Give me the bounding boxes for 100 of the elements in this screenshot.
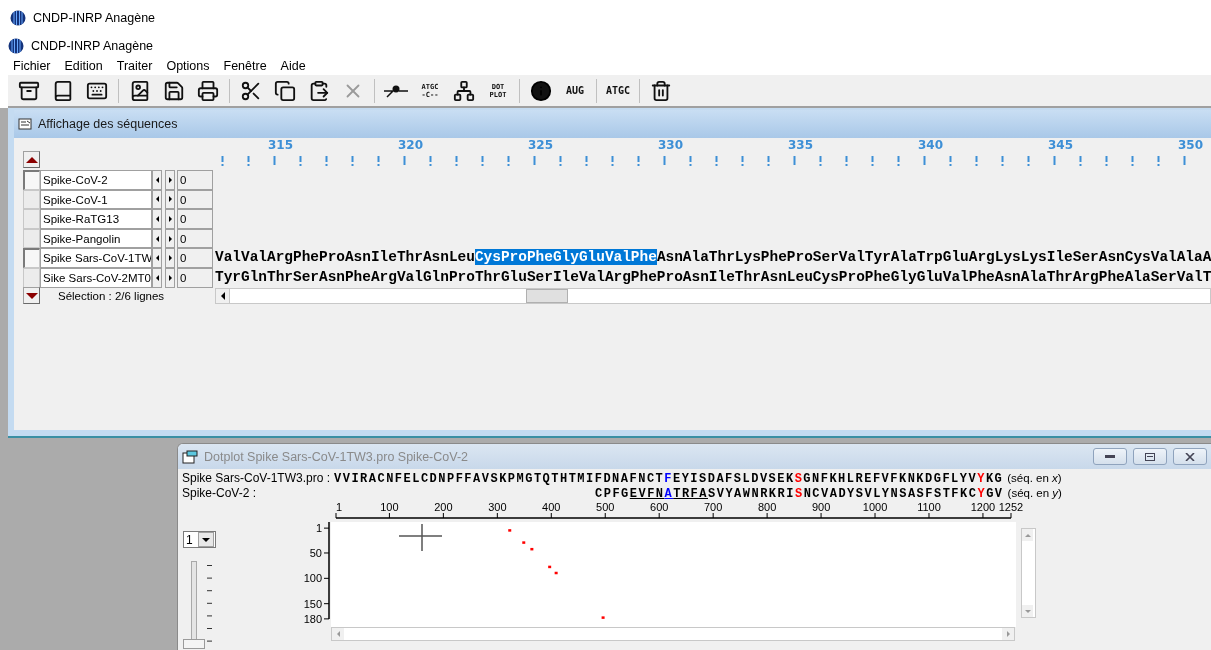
album-icon [129, 79, 151, 102]
offset-field[interactable]: 0 [177, 189, 213, 210]
crosshair-cursor [398, 523, 443, 552]
sequence-name-field[interactable]: Spike-CoV-2 [40, 170, 152, 190]
x-tick-label: 100 [380, 501, 399, 513]
x-tick-label: 1000 [862, 501, 888, 513]
scissors-icon [240, 79, 262, 102]
close-icon [1185, 452, 1195, 461]
paste-icon [308, 79, 330, 102]
row-select-button[interactable] [23, 248, 40, 268]
scroll-down-button[interactable] [23, 287, 40, 305]
scroll-left-button[interactable] [216, 288, 230, 303]
right-arrow-icon [1006, 631, 1010, 637]
right-arrow-icon [168, 196, 172, 203]
menu-item[interactable]: Fichier [6, 58, 58, 73]
offset-field[interactable]: 0 [177, 170, 213, 190]
left-arrow-icon [220, 291, 225, 300]
shift-left-button[interactable] [152, 228, 162, 249]
x-tick-label: 400 [542, 501, 561, 513]
close-button[interactable] [1173, 448, 1207, 465]
left-arrow-icon [336, 631, 340, 637]
maximize-button[interactable] [1133, 448, 1167, 465]
text-tool-button[interactable]: ATGC [603, 77, 633, 104]
shift-left-button[interactable] [152, 267, 162, 288]
window-icon [182, 449, 198, 464]
shift-left-button[interactable] [152, 209, 162, 229]
axis-note: (séq. en x) [1007, 471, 1062, 485]
ruler-number: 315 [268, 138, 294, 152]
text-tool-button[interactable]: AUG [560, 77, 590, 104]
sequence-name-field[interactable]: Spike-CoV-1 [40, 189, 152, 210]
shift-right-button[interactable] [165, 248, 175, 268]
menu-item[interactable]: Traiter [109, 58, 160, 73]
sequence-name-field[interactable]: Sike Sars-CoV-2MT0 [40, 267, 152, 288]
tree-icon [453, 79, 475, 102]
aligned-sequence: VVIRACNFELCDNPFFAVSKPMGTQTHTMIFDNAFNCTFEYISDAFSLDVSEKSGNFKHLREFVFKNKDGFLYVYKG [334, 472, 1004, 486]
ruler-number: 350 [1178, 138, 1204, 152]
globe-icon [8, 38, 24, 54]
left-arrow-icon [155, 255, 159, 262]
shift-right-button[interactable] [165, 170, 175, 190]
offset-field[interactable]: 0 [177, 228, 213, 249]
ruler-number: 335 [788, 138, 814, 152]
left-arrow-icon [155, 196, 159, 203]
aligned-sequence: CPFGEVFNATRFASVYAWNRKRISNCVADYSVLYNSASFSTFKCYGV [595, 487, 1004, 501]
save-icon [163, 79, 185, 102]
horizontal-scrollbar[interactable] [331, 627, 1015, 641]
x-tick-label: 800 [757, 501, 777, 513]
selection-status: Sélection : 2/6 lignes [58, 289, 165, 302]
app-title: CNDP-INRP Anagène [31, 39, 154, 53]
shift-right-button[interactable] [165, 267, 175, 288]
left-arrow-icon [155, 176, 159, 183]
shift-left-button[interactable] [152, 170, 162, 190]
ruler-number: 345 [1048, 138, 1074, 152]
ruler-number: 330 [658, 138, 684, 152]
row-select-button[interactable] [23, 170, 40, 190]
right-arrow-icon [168, 255, 172, 262]
sequence-text: TyrGlnThrSerAsnPheArgValGlnProThrGluSerIleValArgPheProAsnIleThrAsnLeuCysProPheGlyGluValPheAsnAlaThrArgPheAlaSerValT [215, 268, 1211, 285]
x-tick-label: 1200 [970, 501, 996, 513]
shift-right-button[interactable] [165, 228, 175, 249]
scrollbar-thumb[interactable] [526, 288, 568, 303]
sequence-label: Spike-CoV-2 : [182, 486, 258, 501]
menu-item[interactable]: Edition [57, 58, 110, 73]
menu-item[interactable]: Options [159, 58, 217, 73]
up-arrow-icon [25, 156, 38, 163]
horizontal-scrollbar[interactable] [215, 287, 1211, 304]
info-icon [530, 79, 552, 102]
offset-field[interactable]: 0 [177, 209, 213, 229]
shift-left-button[interactable] [152, 248, 162, 268]
maximize-icon [1145, 452, 1155, 461]
shift-right-button[interactable] [165, 189, 175, 210]
menu-item[interactable]: Fenêtre [216, 58, 274, 73]
slider-thumb[interactable] [183, 639, 205, 649]
minimize-button[interactable] [1093, 448, 1127, 465]
printer-icon [197, 79, 219, 102]
x-tick-label: 900 [811, 501, 831, 513]
sequence-name-field[interactable]: Spike-RaTG13 [40, 209, 152, 229]
shift-left-button[interactable] [152, 189, 162, 210]
sequence-name-field[interactable]: Spike-Pangolin [40, 228, 152, 249]
minimize-icon [1105, 455, 1115, 458]
offset-field[interactable]: 0 [177, 267, 213, 288]
zoom-dropdown[interactable]: 1 [183, 531, 216, 548]
y-tick-label: 100 [303, 572, 322, 585]
x-tick-label: 200 [434, 501, 453, 513]
shift-right-button[interactable] [165, 209, 175, 229]
menu-item[interactable]: Aide [273, 58, 313, 73]
zoom-slider[interactable] [183, 561, 215, 650]
scroll-up-button[interactable] [23, 151, 40, 168]
y-tick-label: 150 [303, 597, 322, 610]
up-arrow-icon [1024, 533, 1031, 537]
window-icon [18, 117, 32, 131]
cabinet-icon [18, 79, 40, 102]
ruler-number: 320 [398, 138, 424, 152]
window-title: Affichage des séquences [38, 117, 178, 131]
y-tick-label: 1 [315, 522, 322, 535]
vertical-scrollbar[interactable] [1021, 528, 1036, 618]
ruler-number: 325 [528, 138, 554, 152]
offset-field[interactable]: 0 [177, 248, 213, 268]
down-arrow-icon [1024, 609, 1031, 613]
x-tick-label: 1 [336, 501, 343, 513]
x-tick-label: 300 [488, 501, 507, 513]
mutation-icon [383, 83, 409, 98]
